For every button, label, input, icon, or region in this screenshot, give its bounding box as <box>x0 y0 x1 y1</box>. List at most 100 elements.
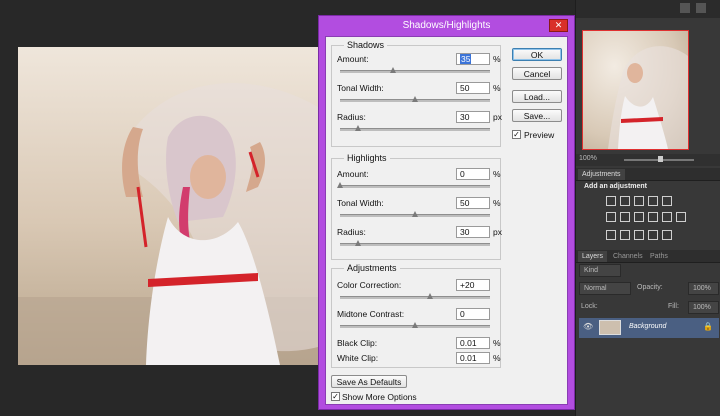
shadows-amount-value: 35 <box>460 54 472 64</box>
photo-filter-icon[interactable] <box>648 212 658 222</box>
black-clip-input[interactable]: 0.01 <box>456 337 490 349</box>
shadows-amount-slider[interactable] <box>340 70 490 73</box>
layer-filter-kind[interactable]: Kind <box>579 264 621 277</box>
shadows-group: Shadows Amount: 35 % Tonal Width: 50 % R… <box>331 40 502 147</box>
layer-name: Background <box>629 323 667 330</box>
shadows-amount-knob[interactable] <box>389 67 396 73</box>
adjustments-legend: Adjustments <box>344 263 400 273</box>
lock-label: Lock: <box>581 303 598 310</box>
color-correction-label: Color Correction: <box>337 280 402 290</box>
highlights-radius-input[interactable]: 30 <box>456 226 490 238</box>
navigator-thumbnail-image <box>608 46 688 149</box>
zoom-level: 100% <box>579 155 597 162</box>
layer-row-background[interactable]: 👁 Background 🔒 <box>579 318 719 338</box>
shadows-radius-knob[interactable] <box>355 125 361 131</box>
opacity-field[interactable]: 100% <box>688 282 719 295</box>
highlights-tonal-width-unit: % <box>493 198 501 208</box>
panel-icon[interactable] <box>680 3 690 13</box>
gradient-map-icon[interactable] <box>648 230 658 240</box>
navigator-thumbnail[interactable] <box>582 30 689 150</box>
adjustments-heading: Add an adjustment <box>584 183 648 190</box>
hue-saturation-icon[interactable] <box>606 212 616 222</box>
threshold-icon[interactable] <box>634 230 644 240</box>
tab-adjustments[interactable]: Adjustments <box>578 169 625 180</box>
preview-checkbox[interactable]: ✓ <box>512 130 521 139</box>
right-panels: 100% Adjustments Add an adjustment Layer… <box>575 0 720 416</box>
highlights-amount-slider[interactable] <box>340 185 490 188</box>
exposure-icon[interactable] <box>648 196 658 206</box>
layers-tabbar: Layers Channels Paths <box>576 250 720 263</box>
color-correction-slider[interactable] <box>340 296 490 299</box>
panel-topstrip <box>576 0 720 18</box>
fill-field[interactable]: 100% <box>688 301 719 314</box>
midtone-contrast-input[interactable]: 0 <box>456 308 490 320</box>
dialog-title[interactable]: Shadows/Highlights <box>319 16 574 35</box>
highlights-group: Highlights Amount: 0 % Tonal Width: 50 %… <box>331 153 502 260</box>
shadows-radius-slider[interactable] <box>340 128 490 131</box>
color-correction-input[interactable]: +20 <box>456 279 490 291</box>
navigator-panel[interactable] <box>582 30 689 150</box>
highlights-tonal-width-knob[interactable] <box>412 211 418 217</box>
highlights-amount-unit: % <box>493 169 501 179</box>
eye-icon[interactable]: 👁 <box>583 323 593 331</box>
highlights-radius-slider[interactable] <box>340 243 490 246</box>
tab-paths[interactable]: Paths <box>646 251 672 262</box>
color-balance-icon[interactable] <box>620 212 630 222</box>
opacity-value: 100% <box>693 285 711 292</box>
color-correction-knob[interactable] <box>427 293 433 299</box>
show-more-options-label: Show More Options <box>342 392 417 402</box>
brightness-contrast-icon[interactable] <box>606 196 616 206</box>
panel-icon[interactable] <box>696 3 706 13</box>
zoom-slider-knob[interactable] <box>658 156 663 162</box>
white-clip-input[interactable]: 0.01 <box>456 352 490 364</box>
shadows-tonal-width-input[interactable]: 50 <box>456 82 490 94</box>
lock-icon: 🔒 <box>703 322 713 331</box>
color-lookup-icon[interactable] <box>676 212 686 222</box>
midtone-contrast-knob[interactable] <box>412 322 418 328</box>
fill-label: Fill: <box>668 303 679 310</box>
highlights-radius-unit: px <box>493 227 502 237</box>
tab-layers[interactable]: Layers <box>578 251 608 262</box>
curves-icon[interactable] <box>634 196 644 206</box>
tab-channels[interactable]: Channels <box>609 251 647 262</box>
load-button[interactable]: Load... <box>512 90 562 103</box>
channel-mixer-icon[interactable] <box>662 212 672 222</box>
black-clip-unit: % <box>493 338 501 348</box>
selective-color-icon[interactable] <box>662 230 672 240</box>
shadows-amount-unit: % <box>493 54 501 64</box>
document-canvas[interactable] <box>18 47 318 365</box>
ok-button[interactable]: OK <box>512 48 562 61</box>
black-white-icon[interactable] <box>634 212 644 222</box>
shadows-radius-label: Radius: <box>337 112 366 122</box>
fill-value: 100% <box>693 304 711 311</box>
highlights-amount-input[interactable]: 0 <box>456 168 490 180</box>
cancel-button[interactable]: Cancel <box>512 67 562 80</box>
vibrance-icon[interactable] <box>662 196 672 206</box>
save-button[interactable]: Save... <box>512 109 562 122</box>
highlights-radius-label: Radius: <box>337 227 366 237</box>
shadows-amount-label: Amount: <box>337 54 369 64</box>
close-button[interactable]: ✕ <box>549 19 568 32</box>
highlights-amount-knob[interactable] <box>337 182 343 188</box>
blend-mode-select[interactable]: Normal <box>579 282 631 295</box>
shadows-tonal-width-unit: % <box>493 83 501 93</box>
close-icon: ✕ <box>554 20 563 30</box>
save-as-defaults-button[interactable]: Save As Defaults <box>331 375 407 388</box>
layer-thumbnail <box>599 320 621 335</box>
shadows-legend: Shadows <box>344 40 388 50</box>
invert-icon[interactable] <box>606 230 616 240</box>
shadows-radius-input[interactable]: 30 <box>456 111 490 123</box>
adjustments-tabbar: Adjustments <box>576 168 720 181</box>
shadows-radius-unit: px <box>493 112 502 122</box>
levels-icon[interactable] <box>620 196 630 206</box>
shadows-tonal-width-knob[interactable] <box>412 96 418 102</box>
highlights-amount-label: Amount: <box>337 169 369 179</box>
show-more-options-checkbox[interactable]: ✓ <box>331 392 340 401</box>
highlights-tonal-width-input[interactable]: 50 <box>456 197 490 209</box>
shadows-highlights-dialog: Shadows/Highlights ✕ Shadows Amount: 35 … <box>318 15 575 410</box>
shadows-amount-input[interactable]: 35 <box>456 53 490 65</box>
highlights-tonal-width-label: Tonal Width: <box>337 198 384 208</box>
posterize-icon[interactable] <box>620 230 630 240</box>
white-clip-unit: % <box>493 353 501 363</box>
highlights-radius-knob[interactable] <box>355 240 361 246</box>
